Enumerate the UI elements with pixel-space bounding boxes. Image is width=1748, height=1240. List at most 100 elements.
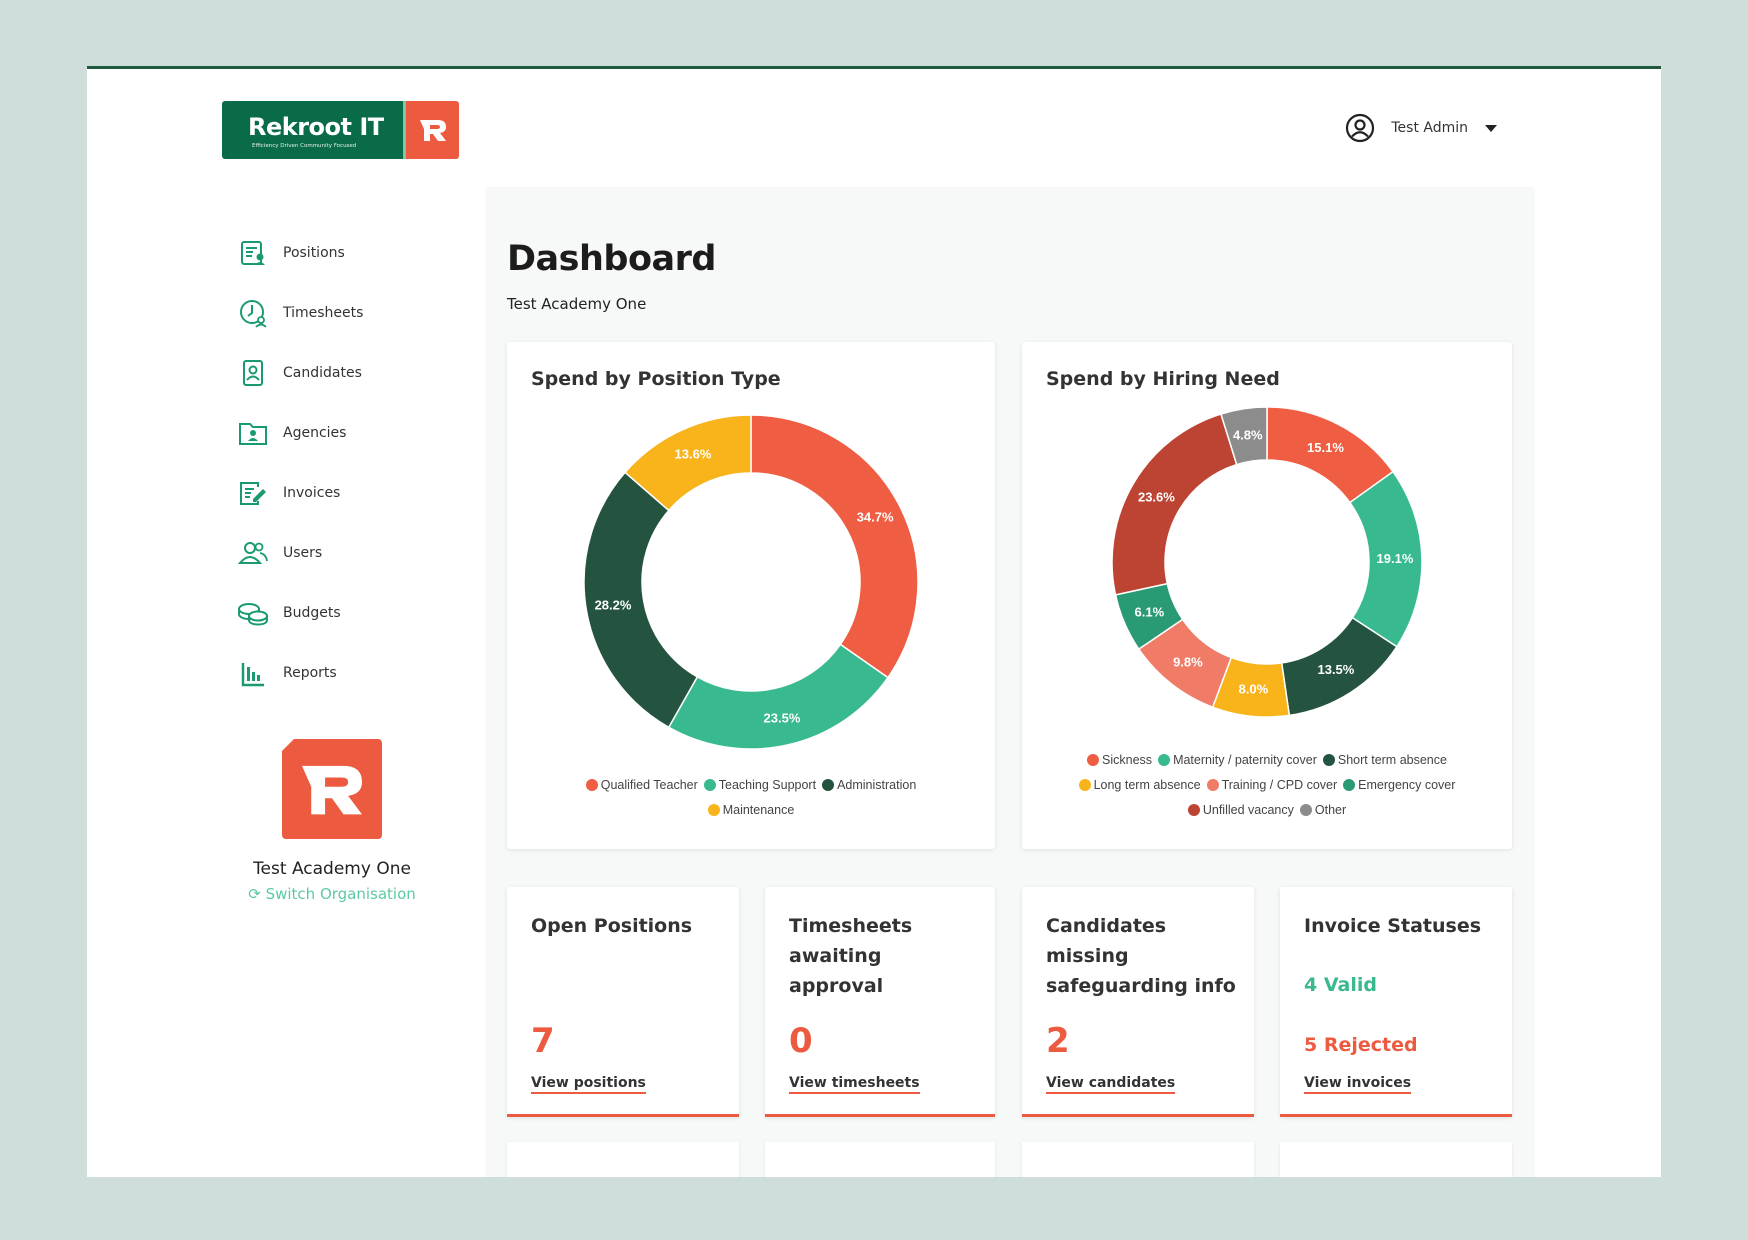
stat-card-timesheets: Timesheets awaiting approval 0 View time… bbox=[765, 887, 995, 1117]
sidebar-nav: Positions Timesheets Candidates Agencies… bbox=[237, 223, 487, 703]
legend-swatch bbox=[1187, 804, 1200, 816]
chart-card-position-type: Spend by Position Type 34.7% 23.5% 28.2% 13… bbox=[507, 342, 995, 849]
legend-item-other[interactable]: Other bbox=[1299, 798, 1347, 823]
legend-swatch bbox=[1078, 779, 1091, 791]
legend-label: Administration bbox=[837, 778, 917, 792]
chart-title: Spend by Hiring Need bbox=[1046, 368, 1280, 390]
slice-value-label: 23.5% bbox=[764, 711, 801, 726]
sidebar-item-timesheets[interactable]: Timesheets bbox=[237, 283, 487, 343]
view-invoices-link[interactable]: View invoices bbox=[1304, 1075, 1412, 1094]
sidebar-item-candidates[interactable]: Candidates bbox=[237, 343, 487, 403]
legend-item-teaching-support[interactable]: Teaching Support bbox=[703, 773, 817, 798]
stat-card-candidates: Candidates missing safeguarding info 2 V… bbox=[1022, 887, 1254, 1117]
logo-tagline: Efficiency Driven Community Focused bbox=[252, 143, 357, 149]
stat-value: 2 bbox=[1046, 1021, 1070, 1061]
sidebar-item-label: Timesheets bbox=[283, 305, 364, 321]
legend-item-maternity-paternity-cover[interactable]: Maternity / paternity cover bbox=[1158, 748, 1317, 773]
page-title: Dashboard bbox=[507, 239, 716, 279]
view-positions-link[interactable]: View positions bbox=[531, 1075, 646, 1094]
legend-label: Teaching Support bbox=[718, 778, 817, 792]
donut-chart-position-type: 34.7% 23.5% 28.2% 13.6% bbox=[583, 414, 919, 750]
stat-card-placeholder bbox=[765, 1142, 995, 1177]
sidebar-item-label: Positions bbox=[283, 245, 345, 261]
page-subtitle: Test Academy One bbox=[507, 295, 647, 313]
agencies-icon bbox=[237, 417, 269, 449]
legend-item-emergency-cover[interactable]: Emergency cover bbox=[1343, 773, 1455, 798]
legend-label: Maintenance bbox=[722, 803, 795, 817]
switch-organisation-link[interactable]: ⟳ Switch Organisation bbox=[237, 885, 427, 903]
stat-card-open-positions: Open Positions 7 View positions bbox=[507, 887, 739, 1117]
legend-item-administration[interactable]: Administration bbox=[822, 773, 916, 798]
legend-swatch bbox=[1343, 779, 1356, 791]
legend-label: Maternity / paternity cover bbox=[1173, 753, 1317, 767]
sidebar-item-positions[interactable]: Positions bbox=[237, 223, 487, 283]
stat-title: Invoice Statuses bbox=[1304, 915, 1482, 937]
legend-swatch bbox=[1158, 754, 1171, 766]
user-avatar-icon bbox=[1345, 113, 1375, 143]
user-name: Test Admin bbox=[1391, 120, 1468, 136]
legend-label: Training / CPD cover bbox=[1221, 778, 1338, 792]
slice-value-label: 28.2% bbox=[595, 598, 632, 613]
legend-item-sickness[interactable]: Sickness bbox=[1087, 748, 1152, 773]
sidebar-item-budgets[interactable]: Budgets bbox=[237, 583, 487, 643]
chart-title: Spend by Position Type bbox=[531, 368, 781, 390]
view-candidates-link[interactable]: View candidates bbox=[1046, 1075, 1176, 1094]
legend-swatch bbox=[1299, 804, 1312, 816]
refresh-icon: ⟳ bbox=[248, 885, 261, 903]
stat-title: Candidates missing safeguarding info bbox=[1046, 915, 1236, 997]
main-content: Dashboard Test Academy One Spend by Posi… bbox=[485, 187, 1535, 1177]
sidebar-item-label: Agencies bbox=[283, 425, 347, 441]
donut-slice-qualified-teacher[interactable] bbox=[750, 414, 919, 679]
stat-card-placeholder bbox=[1022, 1142, 1254, 1177]
legend-label: Unfilled vacancy bbox=[1202, 803, 1294, 817]
invoices-icon bbox=[237, 477, 269, 509]
legend-label: Other bbox=[1314, 803, 1347, 817]
stat-title: Timesheets awaiting approval bbox=[789, 915, 913, 997]
legend-item-short-term-absence[interactable]: Short term absence bbox=[1322, 748, 1447, 773]
legend-item-training-cpd-cover[interactable]: Training / CPD cover bbox=[1206, 773, 1338, 798]
legend-swatch bbox=[585, 779, 598, 791]
legend-item-qualified-teacher[interactable]: Qualified Teacher bbox=[585, 773, 698, 798]
switch-organisation-label: Switch Organisation bbox=[265, 885, 416, 903]
chevron-down-icon[interactable] bbox=[1484, 123, 1498, 133]
organisation-panel: Test Academy One ⟳ Switch Organisation bbox=[237, 739, 427, 903]
logo-wordmark-panel: Rekroot IT Efficiency Driven Community F… bbox=[222, 101, 403, 159]
legend-item-maintenance[interactable]: Maintenance bbox=[707, 798, 795, 823]
stat-card-placeholder bbox=[1280, 1142, 1512, 1177]
sidebar-item-invoices[interactable]: Invoices bbox=[237, 463, 487, 523]
donut-slice-teaching-support[interactable] bbox=[667, 643, 889, 750]
user-menu[interactable]: Test Admin bbox=[1345, 113, 1498, 143]
stat-value: 7 bbox=[531, 1021, 555, 1061]
slice-value-label: 19.1% bbox=[1377, 551, 1414, 566]
legend-item-unfilled-vacancy[interactable]: Unfilled vacancy bbox=[1187, 798, 1294, 823]
slice-value-label: 13.5% bbox=[1317, 662, 1354, 677]
sidebar-item-label: Budgets bbox=[283, 605, 341, 621]
candidates-icon bbox=[237, 357, 269, 389]
brand-logo[interactable]: Rekroot IT Efficiency Driven Community F… bbox=[222, 101, 459, 159]
sidebar-item-label: Candidates bbox=[283, 365, 362, 381]
stat-card-invoice-statuses: Invoice Statuses 4 Valid 5 Rejected View… bbox=[1280, 887, 1512, 1117]
slice-value-label: 15.1% bbox=[1307, 440, 1344, 455]
slice-value-label: 34.7% bbox=[857, 509, 894, 524]
organisation-logo-icon bbox=[282, 739, 382, 839]
sidebar-item-agencies[interactable]: Agencies bbox=[237, 403, 487, 463]
sidebar-item-label: Invoices bbox=[283, 485, 341, 501]
stat-title: Open Positions bbox=[531, 915, 693, 937]
legend-label: Long term absence bbox=[1093, 778, 1201, 792]
slice-value-label: 4.8% bbox=[1233, 427, 1263, 442]
stat-value: 0 bbox=[789, 1021, 813, 1061]
view-timesheets-link[interactable]: View timesheets bbox=[789, 1075, 920, 1094]
logo-wordmark: Rekroot IT bbox=[248, 113, 384, 141]
legend-swatch bbox=[1087, 754, 1100, 766]
sidebar-item-users[interactable]: Users bbox=[237, 523, 487, 583]
chart-card-hiring-need: Spend by Hiring Need 15.1% 19.1% 13.5% 8.0%… bbox=[1022, 342, 1512, 849]
chart-legend: Sickness Maternity / paternity cover Short… bbox=[1042, 748, 1492, 823]
legend-swatch bbox=[707, 804, 720, 816]
legend-swatch bbox=[1322, 754, 1335, 766]
legend-label: Qualified Teacher bbox=[600, 778, 698, 792]
timesheets-icon bbox=[237, 297, 269, 329]
logo-mark-icon bbox=[406, 101, 459, 159]
sidebar-item-reports[interactable]: Reports bbox=[237, 643, 487, 703]
legend-label: Sickness bbox=[1102, 753, 1153, 767]
legend-item-long-term-absence[interactable]: Long term absence bbox=[1078, 773, 1201, 798]
